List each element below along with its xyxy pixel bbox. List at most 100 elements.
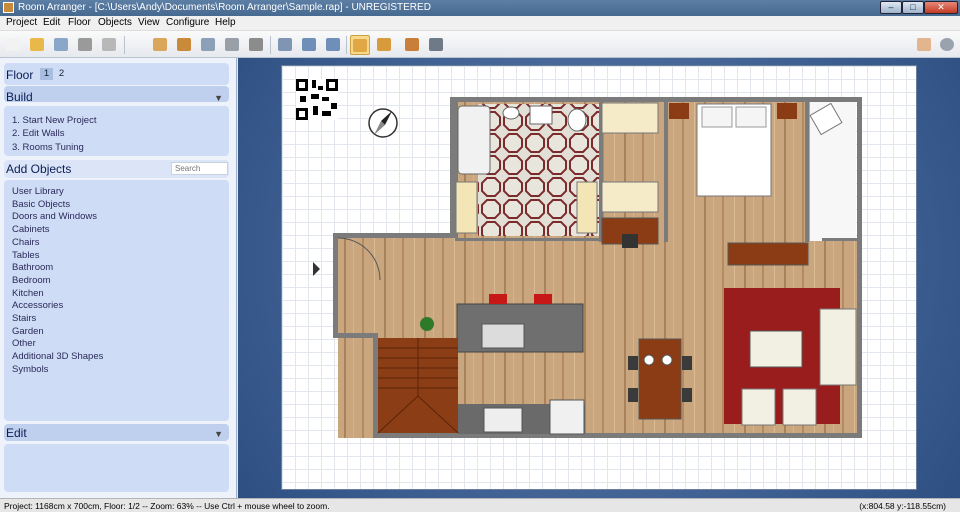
- edit-title: Edit: [6, 426, 27, 440]
- vehicle-button[interactable]: [222, 35, 242, 55]
- floor-tile-icon: [177, 38, 191, 51]
- edit-walls-button[interactable]: [150, 35, 170, 55]
- kitchen-sink: [481, 323, 525, 349]
- object-category-symbols[interactable]: Symbols: [12, 364, 48, 375]
- object-category-bedroom[interactable]: Bedroom: [12, 275, 51, 286]
- title-bar: Room Arranger - [C:\Users\Andy\Documents…: [0, 0, 960, 16]
- edit-chevron-down-icon[interactable]: ▼: [214, 429, 223, 439]
- search-input[interactable]: [171, 162, 228, 175]
- object-category-kitchen[interactable]: Kitchen: [12, 288, 44, 299]
- menu-edit[interactable]: Edit: [43, 17, 60, 28]
- close-button[interactable]: ✕: [924, 1, 958, 14]
- 3d-view-button[interactable]: [402, 35, 422, 55]
- entrance-arrow-icon: [313, 262, 320, 276]
- bath-shelf: [576, 181, 598, 234]
- print-button[interactable]: [75, 35, 95, 55]
- 3d-objects-button[interactable]: [374, 35, 394, 55]
- toilet: [567, 108, 587, 132]
- object-category-additional-3d-shapes[interactable]: Additional 3D Shapes: [12, 351, 103, 362]
- status-bar: Project: 1168cm x 700cm, Floor: 1/2 -- Z…: [0, 498, 960, 512]
- plant: [420, 317, 434, 331]
- menu-view[interactable]: View: [138, 17, 160, 28]
- object-category-tables[interactable]: Tables: [12, 250, 39, 261]
- object-category-user-library[interactable]: User Library: [12, 186, 64, 197]
- object-category-other[interactable]: Other: [12, 338, 36, 349]
- rooms-tuning-icon: [429, 38, 443, 51]
- hand-tool-button[interactable]: [914, 35, 934, 55]
- object-category-chairs[interactable]: Chairs: [12, 237, 39, 248]
- bench-icon: [249, 38, 263, 51]
- edit-walls-link[interactable]: 2. Edit Walls: [12, 128, 64, 139]
- build-header[interactable]: [4, 86, 229, 102]
- armchair-right: [782, 388, 817, 426]
- nightstand-right: [777, 103, 797, 119]
- open-folder-icon: [30, 38, 44, 51]
- bench-button[interactable]: [246, 35, 266, 55]
- floor-plan-canvas[interactable]: [281, 65, 917, 490]
- sink: [529, 105, 553, 125]
- zoom-fit-button[interactable]: [275, 35, 295, 55]
- app-icon: [3, 2, 14, 13]
- 2d-view-icon: [353, 39, 367, 52]
- 3d-boxes-icon: [377, 38, 391, 51]
- zoom-in-button[interactable]: [299, 35, 319, 55]
- edit-header[interactable]: [4, 424, 229, 441]
- toolbar-separator: [270, 36, 271, 54]
- 3d-house-icon: [405, 38, 419, 51]
- edit-walls-icon: [153, 38, 167, 51]
- zoom-out-button[interactable]: [323, 35, 343, 55]
- object-category-basic-objects[interactable]: Basic Objects: [12, 199, 70, 210]
- minimize-button[interactable]: –: [880, 1, 902, 14]
- window-title: Room Arranger - [C:\Users\Andy\Documents…: [18, 2, 431, 13]
- floor-plan-drawing[interactable]: [282, 66, 917, 490]
- floor-level-2[interactable]: 2: [55, 68, 68, 80]
- menu-help[interactable]: Help: [215, 17, 236, 28]
- menu-bar: Project Edit Floor Objects View Configur…: [0, 16, 960, 31]
- menu-project[interactable]: Project: [6, 17, 37, 28]
- info-icon: [940, 38, 954, 51]
- resize-button[interactable]: [198, 35, 218, 55]
- draw-button[interactable]: [99, 35, 119, 55]
- bathtub: [457, 105, 491, 175]
- toolbar-separator: [346, 36, 347, 54]
- status-text: Project: 1168cm x 700cm, Floor: 1/2 -- Z…: [4, 501, 330, 511]
- zoom-out-icon: [326, 38, 340, 51]
- floor-button[interactable]: [174, 35, 194, 55]
- toolbar-separator: [124, 36, 125, 54]
- wardrobe: [601, 102, 659, 134]
- office-chair: [622, 234, 638, 248]
- rooms-tuning-link[interactable]: 3. Rooms Tuning: [12, 142, 84, 153]
- object-category-accessories[interactable]: Accessories: [12, 300, 63, 311]
- cabinet: [601, 181, 659, 213]
- bath-cabinet: [455, 181, 478, 234]
- hand-pointer-icon: [917, 38, 931, 51]
- menu-configure[interactable]: Configure: [166, 17, 209, 28]
- object-category-bathroom[interactable]: Bathroom: [12, 262, 53, 273]
- save-icon: [54, 38, 68, 51]
- maximize-button[interactable]: □: [902, 1, 924, 14]
- object-category-garden[interactable]: Garden: [12, 326, 44, 337]
- cursor-coordinates: (x:804.58 y:-118.55cm): [859, 501, 946, 511]
- edit-panel: [4, 444, 229, 492]
- new-project-button[interactable]: [3, 35, 23, 55]
- floor-level-1[interactable]: 1: [40, 68, 53, 80]
- pencil-icon: [102, 38, 116, 51]
- 2d-view-button[interactable]: [350, 35, 370, 55]
- bar-stool: [534, 294, 552, 304]
- build-title: Build: [6, 90, 33, 104]
- start-new-project-link[interactable]: 1. Start New Project: [12, 115, 96, 126]
- new-project-icon: [6, 38, 20, 51]
- open-button[interactable]: [27, 35, 47, 55]
- build-chevron-down-icon[interactable]: ▼: [214, 93, 223, 103]
- object-category-stairs[interactable]: Stairs: [12, 313, 36, 324]
- menu-floor[interactable]: Floor: [68, 17, 91, 28]
- object-category-cabinets[interactable]: Cabinets: [12, 224, 50, 235]
- info-button[interactable]: [937, 35, 957, 55]
- object-category-doors-and-windows[interactable]: Doors and Windows: [12, 211, 97, 222]
- save-button[interactable]: [51, 35, 71, 55]
- resize-icon: [201, 38, 215, 51]
- menu-objects[interactable]: Objects: [98, 17, 132, 28]
- floor-label: Floor: [6, 68, 34, 82]
- coffee-table: [749, 330, 803, 368]
- rooms-tuning-button[interactable]: [426, 35, 446, 55]
